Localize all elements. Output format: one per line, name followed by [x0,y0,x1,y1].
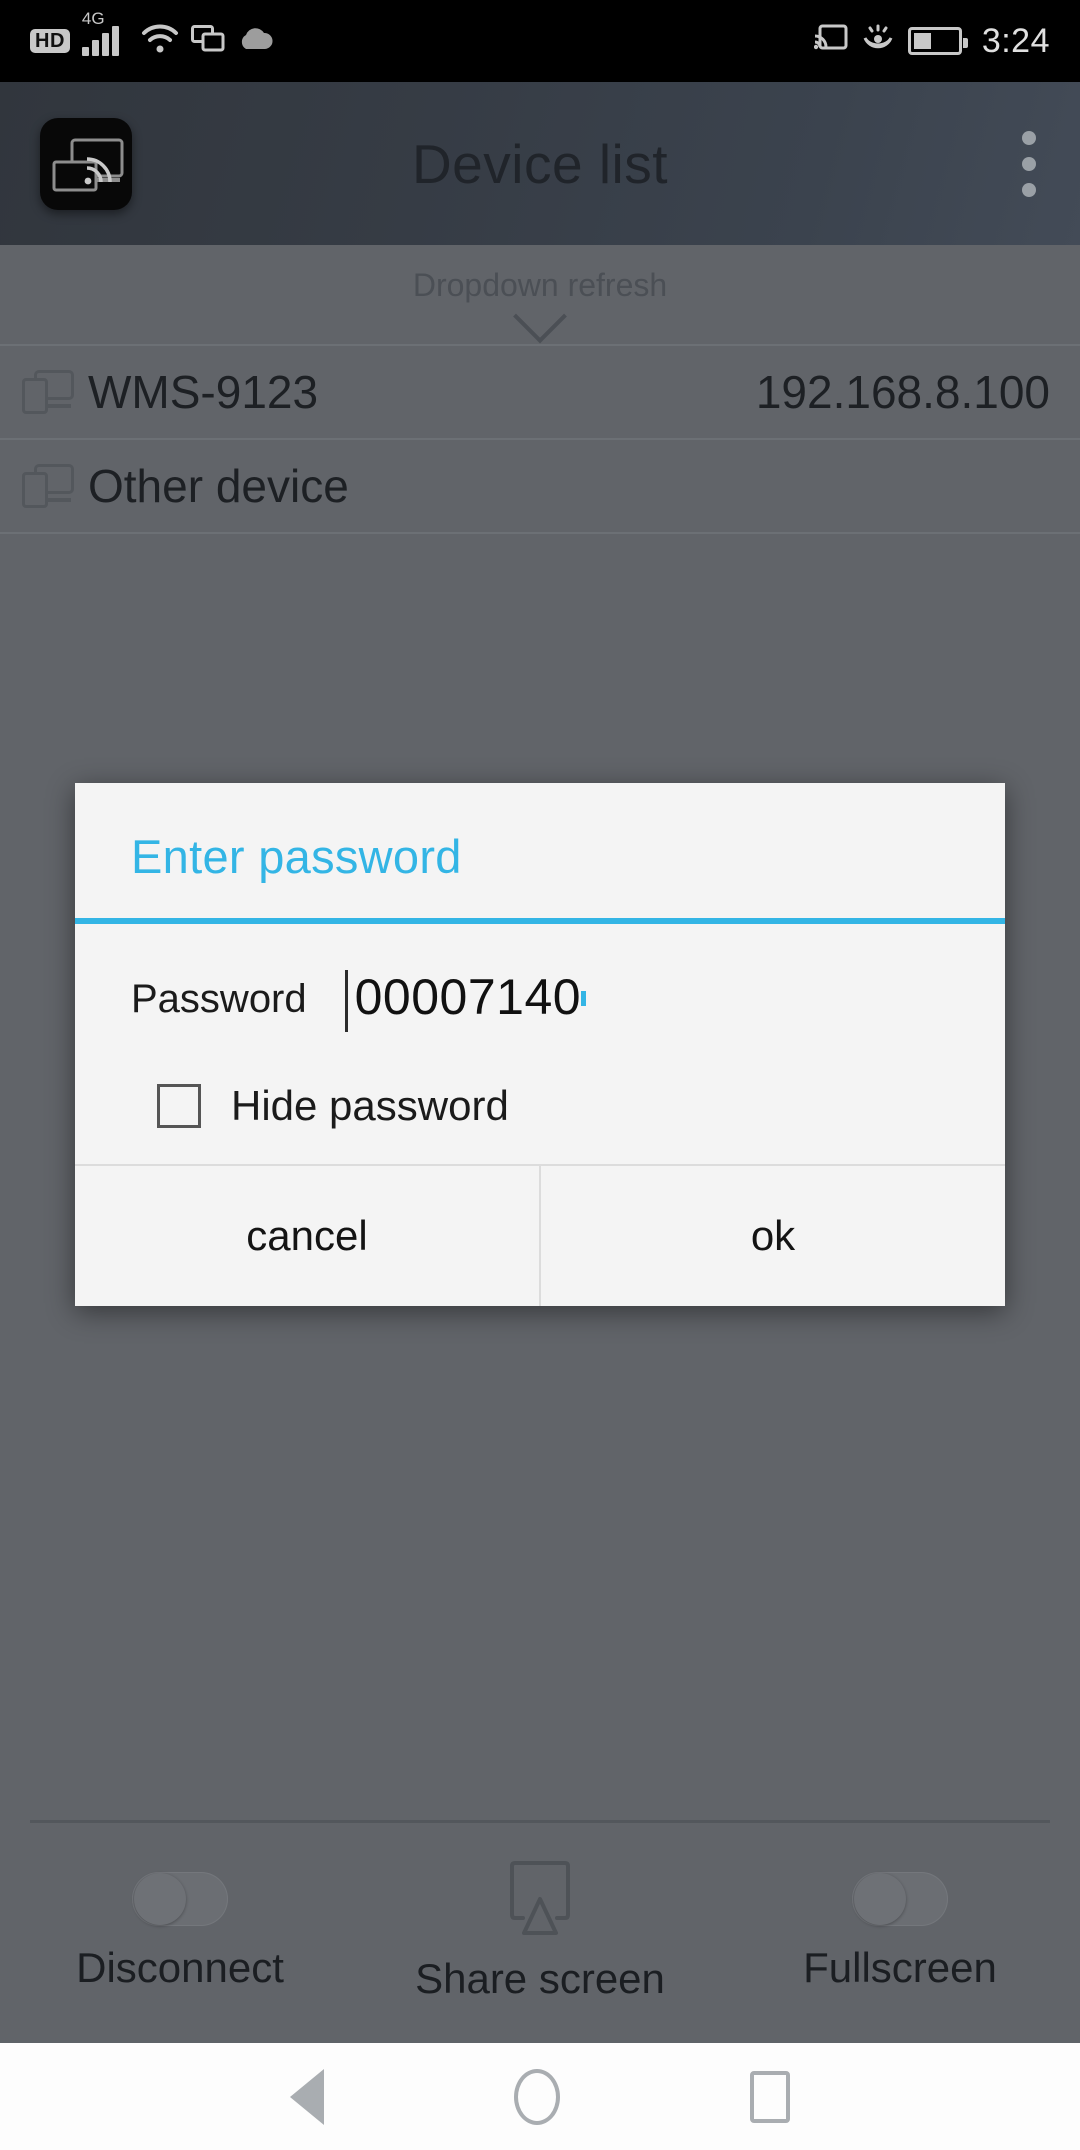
ok-button[interactable]: ok [541,1166,1005,1306]
fullscreen-action[interactable]: Fullscreen [720,1823,1080,2040]
device-list-item-0[interactable]: WMS-9123 192.168.8.100 [0,346,1080,438]
back-triangle-icon[interactable] [290,2068,324,2125]
cast-screen-icon [507,1860,573,1937]
device-name: WMS-9123 [88,366,319,418]
dropdown-refresh-hint[interactable]: Dropdown refresh [0,245,1080,344]
recents-square-icon[interactable] [750,2070,790,2123]
disconnect-label: Disconnect [76,1943,284,1991]
eye-care-icon [862,24,894,59]
share-screen-label: Share screen [415,1954,665,2002]
hide-password-checkbox[interactable] [157,1084,201,1128]
password-label: Password [131,977,307,1021]
disconnect-action[interactable]: Disconnect [0,1823,360,2040]
device-list-item-1[interactable]: Other device [0,440,1080,532]
list-divider [0,532,1080,534]
bottom-action-bar: Disconnect Share screen Fullscreen [0,1820,1080,2040]
device-name: Other device [88,460,349,512]
password-dialog: Enter password Password 00007140 Hide pa… [75,783,1005,1306]
toggle-switch-off-icon[interactable] [852,1871,948,1926]
status-bar-right-icons: 3:24 [813,21,1050,61]
fullscreen-label: Fullscreen [803,1943,997,1991]
password-row: Password 00007140 [131,968,949,1036]
password-value: 00007140 [354,969,582,1025]
hide-password-row[interactable]: Hide password [131,1082,949,1130]
phone-screen: HD 4G 3:24 Device list Dropdown refresh … [0,0,1080,2150]
home-circle-icon[interactable] [514,2068,560,2125]
share-screen-action[interactable]: Share screen [360,1823,720,2040]
clock: 3:24 [981,21,1050,60]
wifi-icon [141,24,179,59]
devices-icon [22,464,74,508]
dialog-actions: cancel ok [75,1166,1005,1306]
password-input[interactable]: 00007140 [343,968,949,1036]
devices-icon [22,370,74,414]
battery-icon [907,27,968,55]
network-type-label: 4G [81,9,105,28]
cast-icon [813,24,848,59]
device-ip: 192.168.8.100 [755,366,1050,418]
toggle-switch-off-icon[interactable] [132,1871,228,1926]
status-bar: HD 4G 3:24 [0,0,1080,82]
page-title: Device list [411,132,669,195]
screen-cast-alt-icon [190,24,225,58]
dialog-body: Password 00007140 Hide password [75,924,1005,1164]
hide-password-label: Hide password [231,1082,509,1129]
hd-icon: HD [30,29,70,53]
cancel-button[interactable]: cancel [75,1166,539,1306]
signal-icon: 4G [81,9,129,56]
status-bar-left-icons: HD 4G [30,9,273,59]
dialog-title: Enter password [131,830,462,883]
app-bar: Device list [0,82,1080,245]
text-caret [344,970,348,1032]
cloud-icon [237,26,273,57]
more-vertical-icon[interactable] [1022,130,1036,197]
android-nav-bar [0,2040,1080,2150]
